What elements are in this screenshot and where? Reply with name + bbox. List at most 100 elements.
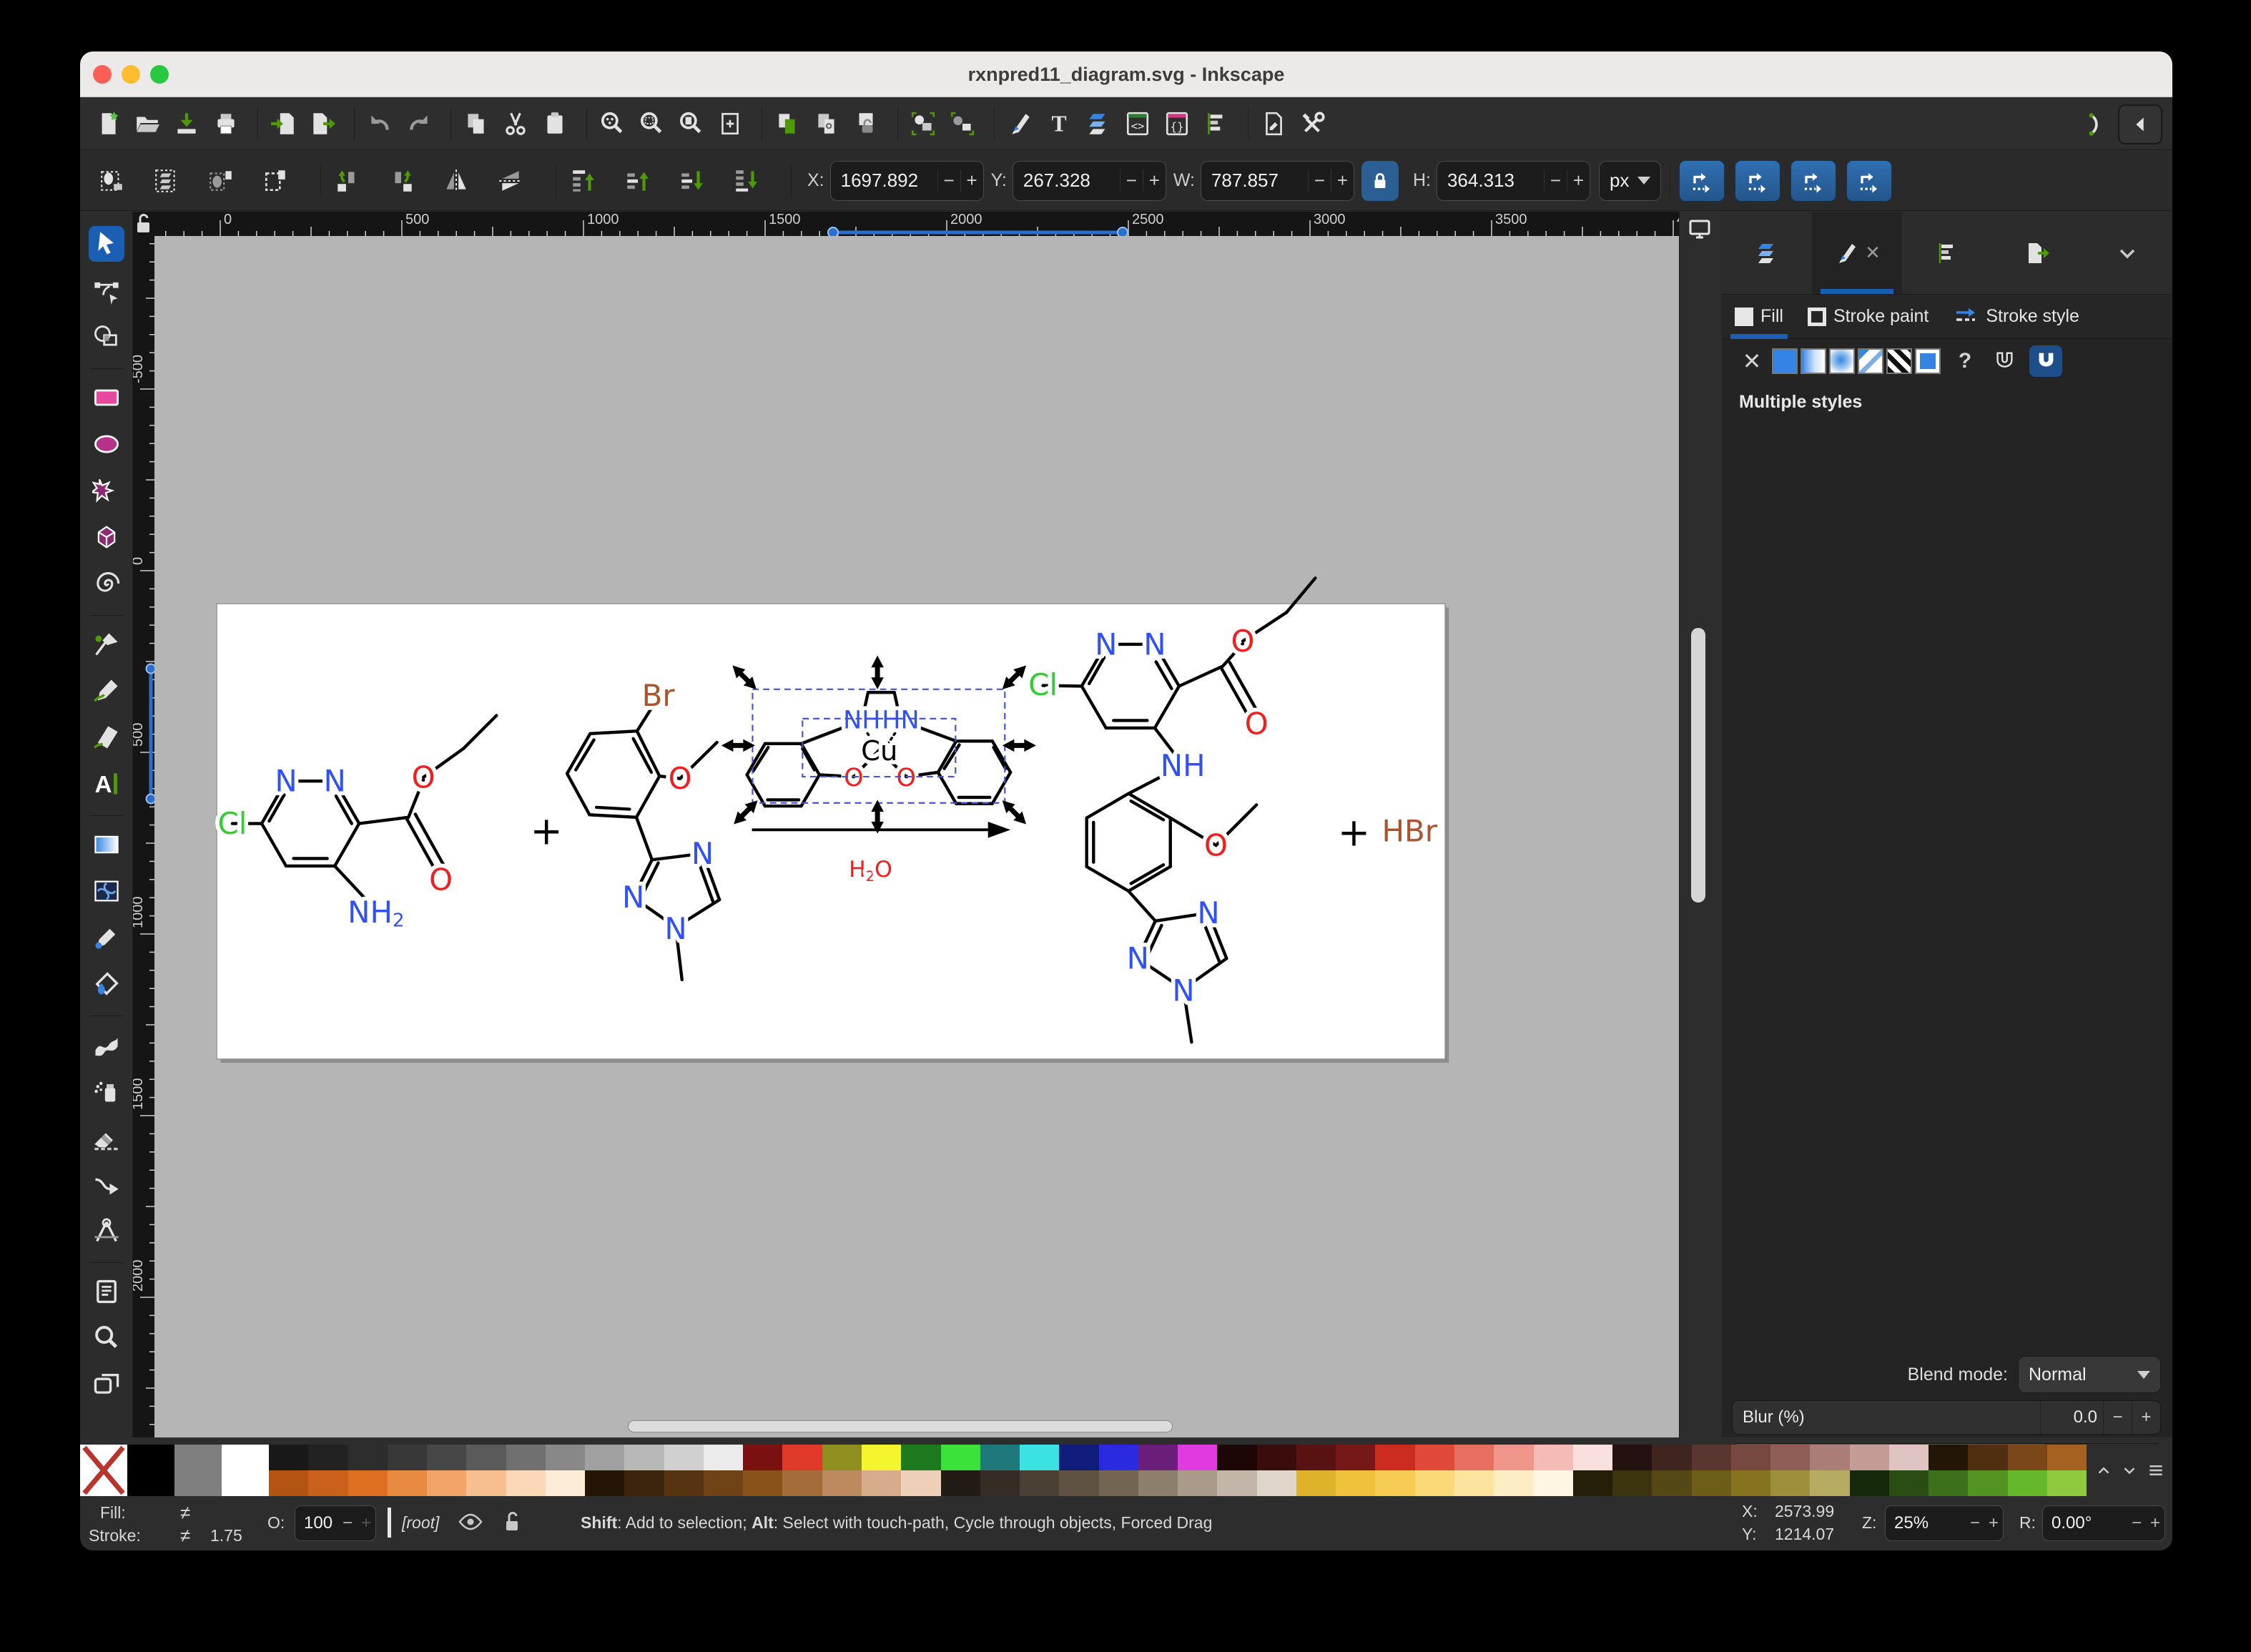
rotation-value[interactable]: 0.00° xyxy=(2043,1513,2127,1533)
paint-swatch-button[interactable] xyxy=(1915,348,1941,374)
palette-swatch[interactable] xyxy=(980,1470,1020,1496)
palette-swatch[interactable] xyxy=(743,1470,782,1496)
palette-swatch[interactable] xyxy=(782,1470,822,1496)
flip-vertical-button[interactable] xyxy=(493,163,528,199)
palette-swatch[interactable] xyxy=(1929,1445,1968,1470)
palette-swatch[interactable] xyxy=(1612,1445,1652,1470)
palette-swatch[interactable] xyxy=(1178,1470,1217,1496)
minus-button[interactable]: − xyxy=(1544,169,1567,192)
palette-swatch[interactable] xyxy=(1020,1470,1059,1496)
paint-swatch-pattern-button[interactable] xyxy=(1886,348,1912,374)
palette-swatch[interactable] xyxy=(388,1470,427,1496)
document-properties-button[interactable] xyxy=(1257,107,1290,140)
palette-swatch[interactable] xyxy=(546,1470,585,1496)
tool-gradient[interactable] xyxy=(89,827,124,862)
unlink-clone-button[interactable] xyxy=(849,107,882,140)
palette-swatch[interactable] xyxy=(862,1445,901,1470)
paste-button[interactable] xyxy=(538,107,571,140)
palette-swatch[interactable] xyxy=(348,1470,388,1496)
rotation-plus-button[interactable]: + xyxy=(2146,1513,2164,1533)
tool-ellipse[interactable] xyxy=(89,426,124,462)
palette-swatch[interactable] xyxy=(1534,1445,1573,1470)
zoom-value[interactable]: 25% xyxy=(1886,1513,1966,1533)
palette-swatch[interactable] xyxy=(1296,1445,1336,1470)
fill-value[interactable]: ≠ xyxy=(180,1502,190,1524)
palette-swatch[interactable] xyxy=(664,1470,704,1496)
select-all-layers-button[interactable] xyxy=(149,163,184,199)
palette-swatch[interactable] xyxy=(269,1470,308,1496)
tool-eraser[interactable] xyxy=(89,1120,124,1156)
palette-swatch[interactable] xyxy=(782,1445,822,1470)
w-spinbox[interactable]: 787.857−+ xyxy=(1201,161,1354,201)
blur-increase-button[interactable]: + xyxy=(2132,1401,2160,1434)
zoom-spinbox[interactable]: 25% − + xyxy=(1885,1505,2004,1541)
object-properties-button[interactable]: {} xyxy=(1161,107,1193,140)
palette-swatch[interactable] xyxy=(901,1445,940,1470)
tab-stroke-paint[interactable]: Stroke paint xyxy=(1808,295,1929,339)
palette-swatch[interactable] xyxy=(1652,1445,1691,1470)
palette-swatch-none[interactable] xyxy=(80,1445,127,1496)
palette-swatch[interactable] xyxy=(546,1445,585,1470)
align-distribute-button[interactable] xyxy=(1200,107,1233,140)
palette-swatch[interactable] xyxy=(1178,1445,1217,1470)
palette-swatch[interactable] xyxy=(1336,1445,1375,1470)
palette-swatch[interactable] xyxy=(822,1445,862,1470)
palette-swatch[interactable] xyxy=(1573,1445,1612,1470)
group-objects-button[interactable] xyxy=(907,107,940,140)
paint-pattern-button[interactable] xyxy=(1858,348,1883,374)
close-dialog-icon[interactable]: ✕ xyxy=(1865,242,1881,264)
palette-swatch[interactable] xyxy=(1968,1445,2007,1470)
dock-tab-export[interactable] xyxy=(1992,212,2082,294)
palette-swatch[interactable] xyxy=(127,1445,174,1496)
tool-connector[interactable] xyxy=(89,1166,124,1202)
fill-rule-nonzero-button[interactable] xyxy=(1988,345,2021,377)
plus-button[interactable]: + xyxy=(1143,169,1166,192)
palette-scroll-down-button[interactable] xyxy=(2120,1461,2139,1480)
horizontal-scrollbar[interactable] xyxy=(628,1420,1173,1432)
palette-swatch[interactable] xyxy=(1534,1470,1573,1496)
vertical-scrollbar[interactable] xyxy=(1691,628,1705,903)
display-mode-icon[interactable] xyxy=(1687,216,1713,242)
minus-button[interactable]: − xyxy=(1120,169,1143,192)
palette-swatch[interactable] xyxy=(1612,1470,1652,1496)
palette-swatch[interactable] xyxy=(1692,1445,1731,1470)
palette-swatch[interactable] xyxy=(1257,1470,1296,1496)
palette-swatch[interactable] xyxy=(1731,1470,1770,1496)
palette-swatch[interactable] xyxy=(1731,1445,1770,1470)
palette-swatch[interactable] xyxy=(1336,1470,1375,1496)
lock-width-height-button[interactable] xyxy=(1361,161,1399,201)
value[interactable]: 364.313 xyxy=(1437,169,1544,192)
palette-swatch[interactable] xyxy=(1929,1470,1968,1496)
zoom-plus-button[interactable]: + xyxy=(1984,1513,2003,1533)
tool-mesh-gradient[interactable] xyxy=(89,873,124,909)
raise-to-top-button[interactable] xyxy=(565,163,601,199)
current-layer[interactable]: [root] xyxy=(402,1513,439,1533)
opacity-plus-button[interactable]: + xyxy=(357,1513,375,1533)
palette-swatch[interactable] xyxy=(1375,1470,1414,1496)
document-print-button[interactable] xyxy=(210,107,242,140)
tool-measure[interactable] xyxy=(89,1213,124,1249)
palette-swatch[interactable] xyxy=(174,1445,222,1496)
scale-gradients-toggle[interactable] xyxy=(1791,160,1836,202)
zoom-selection-button[interactable] xyxy=(635,107,668,140)
blur-value[interactable]: 0.0 xyxy=(2040,1401,2103,1434)
palette-swatch[interactable] xyxy=(1692,1470,1731,1496)
tool-paint-bucket[interactable] xyxy=(89,966,124,1002)
palette-swatch[interactable] xyxy=(1810,1445,1849,1470)
palette-swatch[interactable] xyxy=(1889,1445,1929,1470)
palette-swatch[interactable] xyxy=(822,1470,862,1496)
tool-spray[interactable] xyxy=(89,1073,124,1109)
fill-stroke-dialog-button[interactable] xyxy=(1003,107,1036,140)
export-button[interactable] xyxy=(306,107,339,140)
scale-corners-toggle[interactable] xyxy=(1735,160,1780,202)
palette-swatch[interactable] xyxy=(743,1445,782,1470)
palette-swatch[interactable] xyxy=(1494,1445,1533,1470)
selection-to-bbox-button[interactable] xyxy=(257,163,293,199)
palette-swatch[interactable] xyxy=(1770,1445,1810,1470)
tool-selector[interactable] xyxy=(89,226,124,262)
document-save-button[interactable] xyxy=(170,107,203,140)
rotate-cw-button[interactable] xyxy=(384,163,420,199)
palette-swatch[interactable] xyxy=(1217,1445,1256,1470)
palette-swatch[interactable] xyxy=(1415,1470,1454,1496)
palette-swatch[interactable] xyxy=(466,1470,506,1496)
